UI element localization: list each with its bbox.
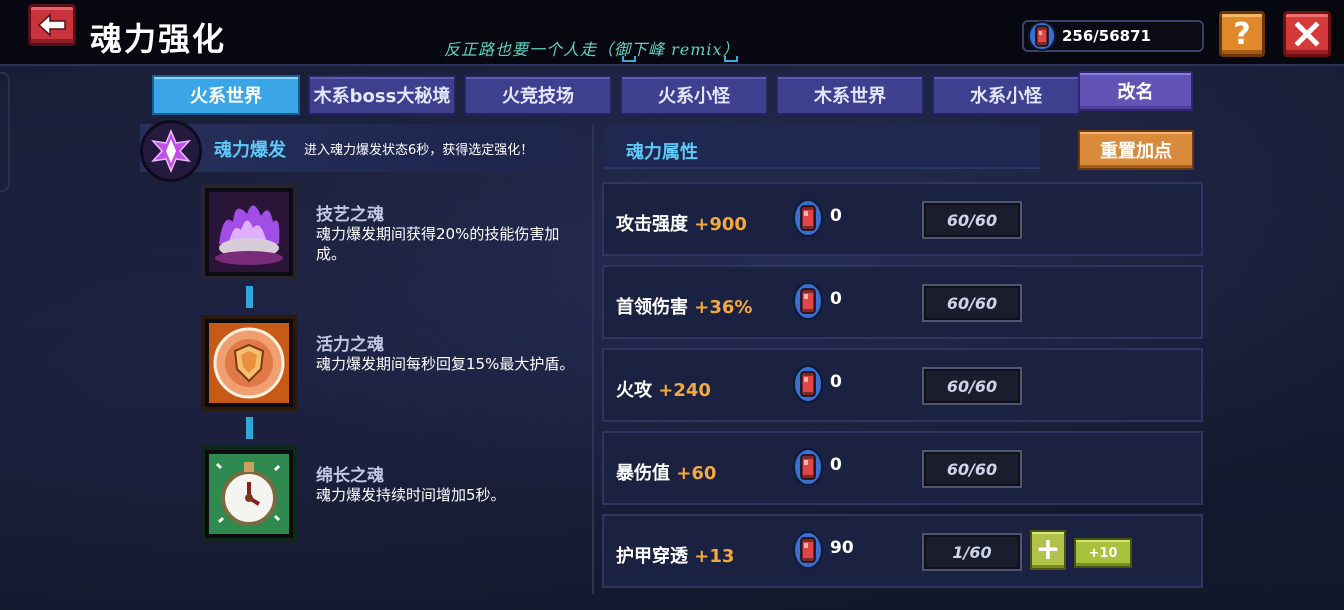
burst-title: 魂力爆发 [214, 140, 286, 161]
attribute-name: 护甲穿透 +13 [616, 546, 735, 567]
add-point-button[interactable]: + [1030, 530, 1066, 570]
attribute-row: 攻击强度 +900 0 60/60 [602, 182, 1203, 256]
add-ten-points-button[interactable]: +10 [1074, 538, 1132, 568]
attribute-row: 暴伤值 +60 0 60/60 [602, 431, 1203, 505]
attribute-invested: 0 [830, 455, 842, 475]
top-bar: 魂力强化 反正路也要一个人走（御下峰 remix） 256/56871 ? [0, 0, 1344, 66]
soul-gem-icon [793, 448, 823, 486]
back-button[interactable] [28, 4, 76, 46]
tab-water-minions[interactable]: 水系小怪 [932, 75, 1080, 115]
attribute-name: 火攻 +240 [616, 380, 711, 401]
attribute-name: 攻击强度 +900 [616, 214, 747, 235]
attribute-invested: 0 [830, 372, 842, 392]
soul-duration-name: 绵长之魂 [316, 466, 384, 486]
attribute-title: 魂力属性 [626, 142, 698, 163]
soul-vitality-name: 活力之魂 [316, 335, 384, 355]
attribute-bonus: +240 [658, 380, 711, 401]
attribute-level: 60/60 [922, 284, 1022, 322]
soul-connector [246, 286, 253, 308]
reset-points-button[interactable]: 重置加点 [1078, 130, 1194, 170]
soul-duration-description: 魂力爆发持续时间增加5秒。 [316, 486, 506, 504]
arrow-left-icon [37, 13, 66, 37]
close-icon [1294, 21, 1320, 47]
tab-fire-arena[interactable]: 火竞技场 [464, 75, 612, 115]
attribute-level: 60/60 [922, 450, 1022, 488]
tab-wood-boss-dungeon[interactable]: 木系boss大秘境 [308, 75, 456, 115]
tab-wood-world[interactable]: 木系世界 [776, 75, 924, 115]
attribute-level: 60/60 [922, 201, 1022, 239]
attribute-bonus: +36% [694, 297, 753, 318]
rename-button[interactable]: 改名 [1078, 71, 1193, 111]
song-decoration [622, 56, 636, 62]
attribute-invested: 0 [830, 289, 842, 309]
soul-currency: 256/56871 [1022, 20, 1204, 52]
burst-description: 进入魂力爆发状态6秒，获得选定强化！ [304, 143, 534, 158]
stopwatch-icon [209, 454, 289, 534]
soul-skill-name: 技艺之魂 [316, 205, 384, 225]
soul-connector [246, 417, 253, 439]
shield-icon [209, 323, 289, 403]
soul-gem-icon [793, 365, 823, 403]
soul-vitality-button[interactable] [201, 315, 297, 411]
help-button[interactable]: ? [1219, 11, 1265, 57]
soul-skill-button[interactable] [201, 184, 297, 280]
attribute-row: 护甲穿透 +13 90 1/60 + +10 [602, 514, 1203, 588]
purple-flame-icon [209, 192, 289, 272]
song-decoration [724, 56, 738, 62]
soul-vitality-description: 魂力爆发期间每秒回复15%最大护盾。 [316, 355, 575, 373]
tab-fire-minions[interactable]: 火系小怪 [620, 75, 768, 115]
attribute-bonus: +13 [694, 546, 735, 567]
soul-gem-icon [1028, 21, 1056, 51]
attribute-level: 1/60 [922, 533, 1022, 571]
attribute-bonus: +900 [694, 214, 747, 235]
soul-currency-value: 256/56871 [1062, 27, 1151, 45]
close-button[interactable] [1283, 11, 1331, 57]
attribute-invested: 0 [830, 206, 842, 226]
tab-fire-world[interactable]: 火系世界 [152, 75, 300, 115]
side-panel-edge [0, 72, 10, 192]
page-title: 魂力强化 [90, 20, 227, 58]
attribute-level: 60/60 [922, 367, 1022, 405]
panel-divider [592, 124, 594, 594]
attribute-name: 暴伤值 +60 [616, 463, 717, 484]
attribute-invested: 90 [830, 538, 854, 558]
attribute-row: 火攻 +240 0 60/60 [602, 348, 1203, 422]
soul-burst-icon [140, 120, 202, 182]
attribute-bonus: +60 [676, 463, 717, 484]
soul-gem-icon [793, 282, 823, 320]
attribute-name: 首领伤害 +36% [616, 297, 753, 318]
soul-gem-icon [793, 199, 823, 237]
soul-gem-icon [793, 531, 823, 569]
preset-tabs: 火系世界 木系boss大秘境 火竞技场 火系小怪 木系世界 水系小怪 [152, 75, 1080, 115]
soul-skill-description: 魂力爆发期间获得20%的技能伤害加成。 [316, 225, 560, 263]
attribute-row: 首领伤害 +36% 0 60/60 [602, 265, 1203, 339]
song-title: 反正路也要一个人走（御下峰 remix） [444, 40, 740, 59]
soul-duration-button[interactable] [201, 446, 297, 542]
